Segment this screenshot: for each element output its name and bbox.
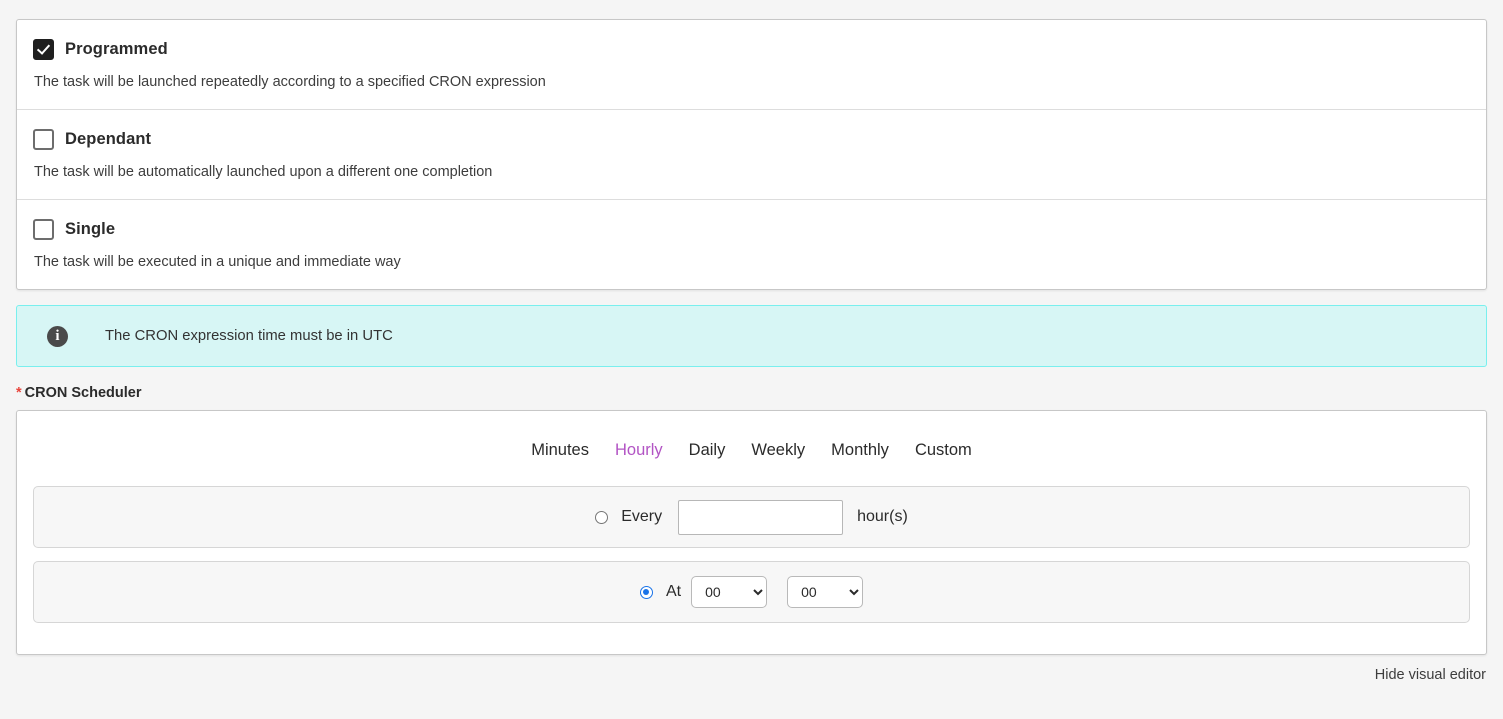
radio-every-hours[interactable] [595,510,609,524]
launch-type-option-single[interactable]: Single The task will be executed in a un… [17,200,1486,289]
at-hour-select[interactable]: 00 [691,576,768,608]
tab-custom[interactable]: Custom [915,441,972,460]
every-hours-controls: Every hour(s) [595,499,908,535]
launch-type-options: Programmed The task will be launched rep… [16,19,1487,290]
info-banner-message: The CRON expression time must be in UTC [105,328,393,344]
option-description-single: The task will be executed in a unique an… [34,254,401,270]
utc-info-banner: i The CRON expression time must be in UT… [16,305,1487,367]
info-circle-icon: i [47,325,68,347]
option-title-single: Single [65,219,116,238]
option-title-dependant: Dependant [65,129,152,148]
cron-task-scheduler-page: Programmed The task will be launched rep… [0,19,1503,719]
option-description-dependant: The task will be automatically launched … [34,164,493,180]
at-time-controls: At 00 00 [639,576,864,608]
cron-scheduler-panel: Minutes Hourly Daily Weekly Monthly Cust… [16,410,1487,655]
radio-at-time[interactable] [639,585,653,599]
every-hours-input[interactable] [678,499,844,535]
launch-type-option-dependant[interactable]: Dependant The task will be automatically… [17,110,1486,200]
every-label: Every [621,508,663,525]
option-header-dependant: Dependant [33,127,1470,151]
footer-actions: Hide visual editor [16,666,1487,684]
cron-scheduler-label: * CRON Scheduler [16,385,1487,401]
required-asterisk: * [16,385,22,401]
option-header-single: Single [33,217,1470,241]
at-time-row: At 00 00 [33,561,1470,623]
checkbox-unchecked-icon[interactable] [33,218,54,240]
option-header-programmed: Programmed [33,37,1470,61]
cron-tabs: Minutes Hourly Daily Weekly Monthly Cust… [33,427,1470,473]
cron-scheduler-label-text: CRON Scheduler [24,385,142,401]
option-title-programmed: Programmed [65,39,168,58]
at-label: At [665,583,682,600]
tab-weekly[interactable]: Weekly [751,441,805,460]
tab-monthly[interactable]: Monthly [831,441,889,460]
option-description-programmed: The task will be launched repeatedly acc… [34,74,546,90]
tab-minutes[interactable]: Minutes [531,441,589,460]
checkbox-checked-icon[interactable] [33,38,54,60]
hours-unit-label: hour(s) [857,508,908,525]
hide-visual-editor-link[interactable]: Hide visual editor [1375,667,1486,683]
tab-daily[interactable]: Daily [689,441,726,460]
checkbox-unchecked-icon[interactable] [33,128,54,150]
launch-type-option-programmed[interactable]: Programmed The task will be launched rep… [17,20,1486,110]
every-hours-row: Every hour(s) [33,486,1470,548]
at-minute-select[interactable]: 00 [787,576,864,608]
tab-hourly[interactable]: Hourly [615,441,663,460]
